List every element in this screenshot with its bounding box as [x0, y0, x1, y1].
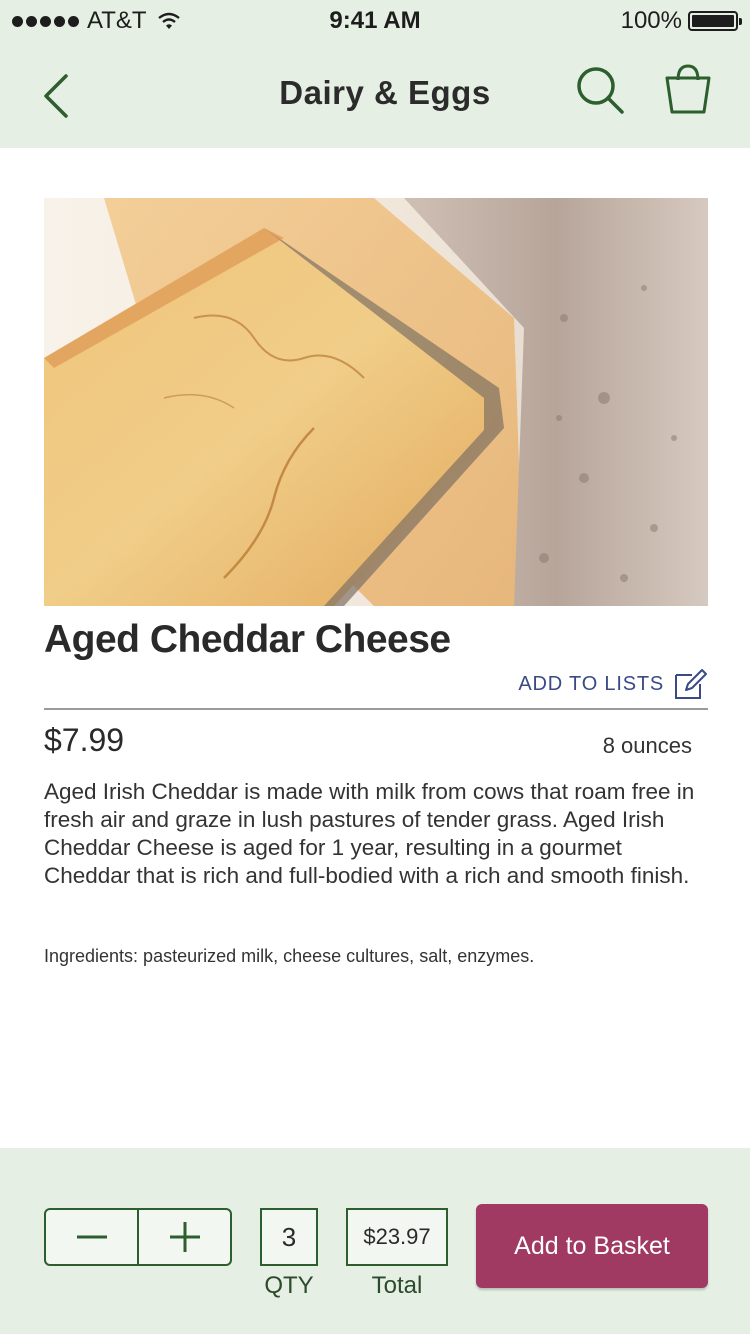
search-button[interactable] — [574, 64, 630, 120]
add-to-lists-button[interactable]: ADD TO LISTS — [518, 668, 708, 700]
plus-icon — [169, 1222, 200, 1252]
battery-percent: 100% — [620, 7, 682, 34]
cart-bar: 3 QTY $23.97 Total Add to Basket — [0, 1148, 750, 1334]
add-to-lists-label: ADD TO LISTS — [518, 672, 664, 695]
total-value: $23.97 — [346, 1208, 448, 1266]
decrease-button[interactable] — [46, 1210, 137, 1264]
minus-icon — [76, 1235, 107, 1239]
basket-button[interactable] — [662, 60, 714, 118]
status-bar: AT&T 9:41 AM 100% — [0, 0, 750, 40]
product-image — [44, 198, 708, 606]
header: AT&T 9:41 AM 100% Dairy & Eggs — [0, 0, 750, 148]
add-to-basket-button[interactable]: Add to Basket — [476, 1204, 708, 1288]
quantity-label: QTY — [264, 1272, 314, 1299]
shopping-bag-icon — [665, 64, 711, 114]
edit-icon — [675, 669, 707, 699]
quantity-value: 3 — [260, 1208, 318, 1266]
status-right: 100% — [620, 7, 742, 35]
search-icon — [577, 67, 624, 114]
product-ingredients: Ingredients: pasteurized milk, cheese cu… — [44, 946, 535, 966]
product-size: 8 ounces — [602, 733, 692, 758]
quantity-stepper — [44, 1208, 232, 1266]
product-title: Aged Cheddar Cheese — [44, 618, 451, 661]
divider — [44, 708, 708, 710]
total-label: Total — [371, 1272, 423, 1299]
cheese-photo — [44, 198, 708, 606]
battery-icon — [688, 11, 742, 31]
product-price: $7.99 — [44, 722, 125, 758]
product-description: Aged Irish Cheddar is made with milk fro… — [44, 779, 695, 888]
increase-button[interactable] — [137, 1210, 230, 1264]
page-title: Dairy & Eggs — [279, 74, 491, 111]
